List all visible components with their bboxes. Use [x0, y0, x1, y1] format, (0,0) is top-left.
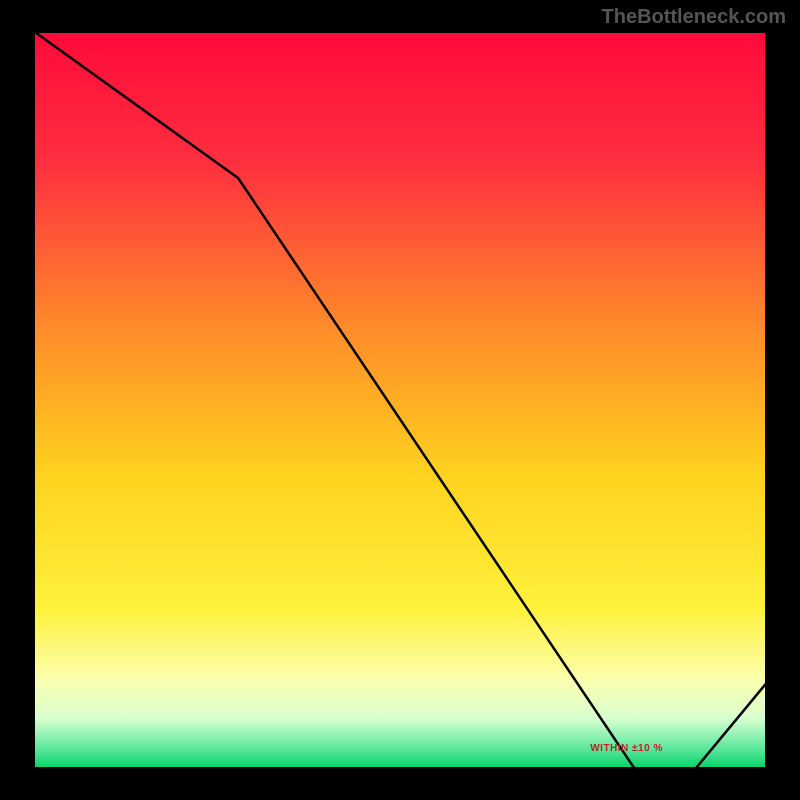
bottleneck-chart: [32, 30, 768, 770]
within-range-annotation: WITHIN ±10 %: [590, 743, 663, 754]
watermark-text: TheBottleneck.com: [602, 6, 786, 29]
gradient-background: [32, 30, 768, 770]
chart-frame: WITHIN ±10 %: [32, 30, 768, 770]
